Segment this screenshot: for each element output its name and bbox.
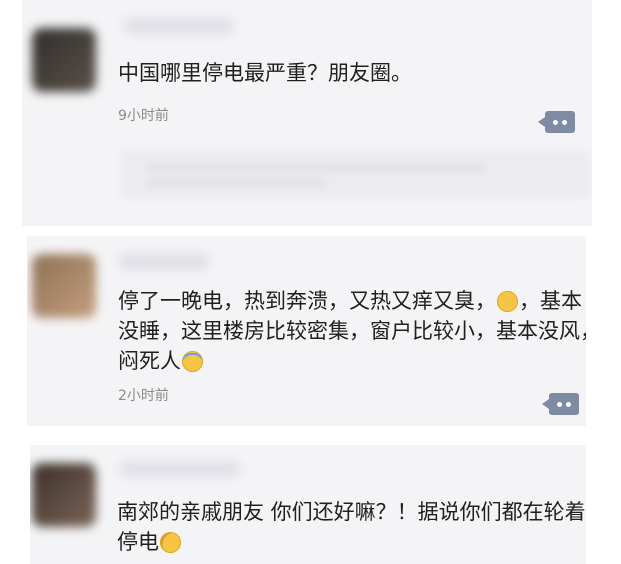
username-blurred[interactable] — [119, 254, 209, 270]
avatar-blurred[interactable] — [32, 463, 96, 527]
avatar-blurred[interactable] — [32, 254, 96, 318]
sweat-emoji-icon — [497, 291, 518, 312]
post-text-line: 停了一晚电，热到奔溃，又热又痒又臭， ，基本 — [118, 286, 586, 316]
post-text-line: 南郊的亲戚朋友 你们还好嘛？！据说你们都在轮着 — [117, 500, 586, 524]
more-options-dot — [566, 401, 571, 407]
laugh-cry-emoji-icon — [182, 351, 203, 372]
more-options-dot — [557, 401, 562, 407]
post-text: 停了一晚电，热到奔溃，又热又痒又臭， ，基本 没睡，这里楼房比较密集，窗户比较小，… — [118, 286, 586, 376]
blurred-preview-line — [146, 164, 486, 172]
more-options-dot — [562, 119, 567, 125]
post-text-line-1-tail: ，基本 — [519, 289, 582, 313]
post-text-line: 停电 — [117, 527, 586, 557]
avatar-blurred[interactable] — [32, 28, 96, 92]
moments-comment-screen: 中国哪里停电最严重？朋友圈。 9小时前 停了一晚电，热到奔溃，又热又痒又臭， ，基… — [0, 0, 621, 564]
blurred-preview-line — [146, 179, 326, 187]
more-options-button[interactable] — [542, 393, 579, 415]
username-blurred[interactable] — [120, 461, 240, 477]
post-card-2: 停了一晚电，热到奔溃，又热又痒又臭， ，基本 没睡，这里楼房比较密集，窗户比较小，… — [27, 236, 586, 426]
more-options-button[interactable] — [538, 111, 575, 133]
post-text: 中国哪里停电最严重？朋友圈。 — [118, 58, 412, 88]
post-text-line-1: 停了一晚电，热到奔溃，又热又痒又臭， — [118, 289, 496, 313]
post-time: 2小时前 — [118, 388, 169, 404]
post-text-line-2: 停电 — [117, 530, 159, 554]
post-text: 南郊的亲戚朋友 你们还好嘛？！据说你们都在轮着 停电 — [117, 497, 586, 557]
post-text-line-4: 闷死人 — [118, 349, 181, 373]
more-options-tip — [538, 117, 545, 127]
blurred-preview-box — [120, 150, 590, 198]
more-options-tip — [542, 399, 549, 409]
post-card-1: 中国哪里停电最严重？朋友圈。 9小时前 — [22, 0, 592, 226]
post-text-line: 闷死人 — [118, 346, 586, 376]
post-text-line-1: 中国哪里停电最严重？朋友圈。 — [118, 61, 412, 85]
more-options-dot — [553, 119, 558, 125]
thinking-emoji-icon — [160, 532, 181, 553]
post-time: 9小时前 — [118, 108, 169, 124]
post-text-line: 没睡，这里楼房比较密集，窗户比较小，基本没风， — [118, 319, 586, 343]
username-blurred[interactable] — [124, 18, 234, 34]
post-card-3: 南郊的亲戚朋友 你们还好嘛？！据说你们都在轮着 停电 — [30, 445, 586, 564]
